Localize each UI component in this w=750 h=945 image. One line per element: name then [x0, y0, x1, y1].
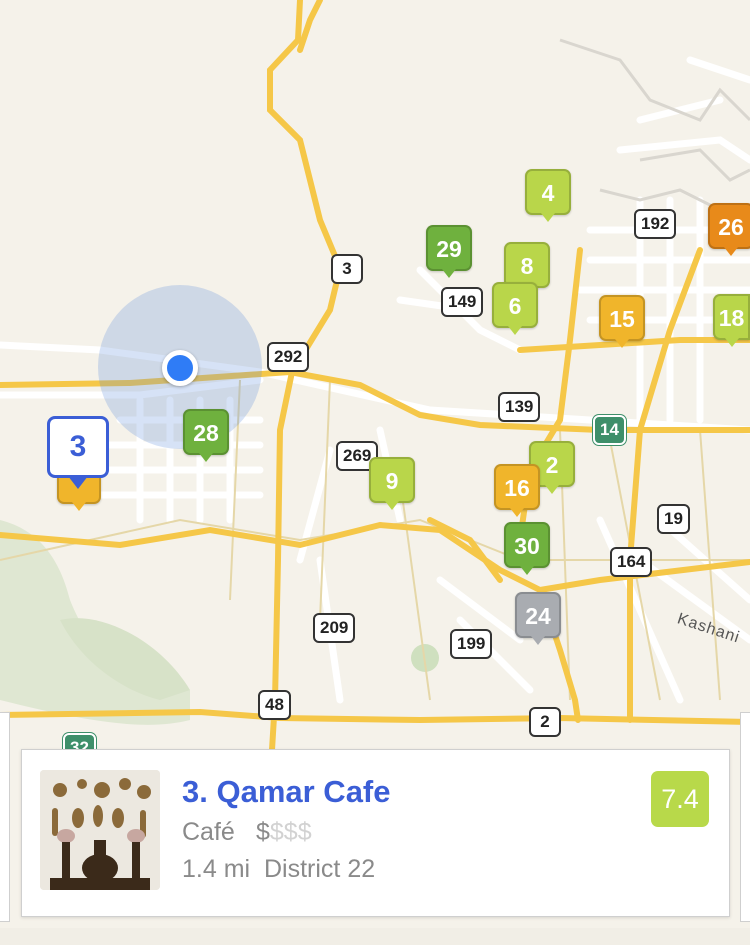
route-shield-192: 192: [634, 209, 677, 239]
venue-pin-15[interactable]: 15: [599, 295, 645, 348]
route-shield-48: 48: [258, 690, 291, 720]
venue-pin-24[interactable]: 24: [515, 592, 561, 645]
route-shield-19: 19: [657, 504, 690, 534]
price-inactive: $$$: [269, 818, 312, 846]
venue-title[interactable]: 3. Qamar Cafe: [182, 774, 391, 810]
price-active: $: [256, 818, 270, 846]
venue-pin-26[interactable]: 26: [708, 203, 750, 256]
venue-pin-9[interactable]: 9: [369, 457, 415, 510]
pin-label: 24: [525, 603, 551, 629]
venue-pin-30[interactable]: 30: [504, 522, 550, 575]
pin-label: 9: [385, 468, 399, 494]
pin-label: 28: [193, 420, 219, 446]
venue-pin-4[interactable]: 4: [525, 169, 571, 222]
bottom-map-strip: [0, 928, 750, 945]
previous-card-edge[interactable]: [0, 712, 10, 922]
route-shield-149: 149: [441, 287, 484, 317]
venue-neighborhood: District 22: [264, 855, 376, 883]
next-card-edge[interactable]: [740, 712, 750, 922]
venue-distance: 1.4 mi: [182, 855, 251, 883]
pin-label: 29: [436, 236, 462, 262]
route-shield-2: 2: [529, 707, 561, 737]
pin-label: 30: [514, 533, 540, 559]
venue-distance-location: 1.4 mi District 22: [182, 855, 375, 884]
venue-pin-29[interactable]: 29: [426, 225, 472, 278]
pin-label: 2: [545, 452, 559, 478]
selected-venue-pin[interactable]: 3: [47, 416, 109, 489]
venue-photo-image: [40, 770, 160, 890]
venue-pin-16[interactable]: 16: [494, 464, 540, 517]
pin-label: 18: [718, 305, 745, 331]
venue-card[interactable]: 3. Qamar Cafe Café $$$$ 1.4 mi District …: [21, 749, 730, 917]
route-shield-292: 292: [267, 342, 310, 372]
route-shield-164: 164: [610, 547, 653, 577]
venue-rating-badge: 7.4: [651, 771, 709, 827]
venue-photo[interactable]: [40, 770, 160, 890]
route-shield-199: 199: [450, 629, 493, 659]
venue-pin-18[interactable]: 18: [713, 294, 750, 347]
pin-label: 15: [609, 306, 635, 332]
route-shield-3: 3: [331, 254, 363, 284]
pin-label: 4: [541, 180, 555, 206]
pin-label: 26: [718, 214, 744, 240]
route-shield-209: 209: [313, 613, 356, 643]
pin-label: 8: [520, 253, 534, 279]
pin-label: 16: [504, 475, 530, 501]
pin-label: 6: [508, 293, 522, 319]
venue-pin-6[interactable]: 6: [492, 282, 538, 335]
venue-pin-28[interactable]: 28: [183, 409, 229, 462]
venue-category: Café: [182, 818, 235, 846]
route-shield-14: 14: [593, 415, 626, 445]
route-shield-139: 139: [498, 392, 541, 422]
selected-pin-label: 3: [69, 430, 87, 463]
venue-price: $$$$: [256, 818, 312, 847]
current-location-dot[interactable]: [162, 350, 198, 386]
